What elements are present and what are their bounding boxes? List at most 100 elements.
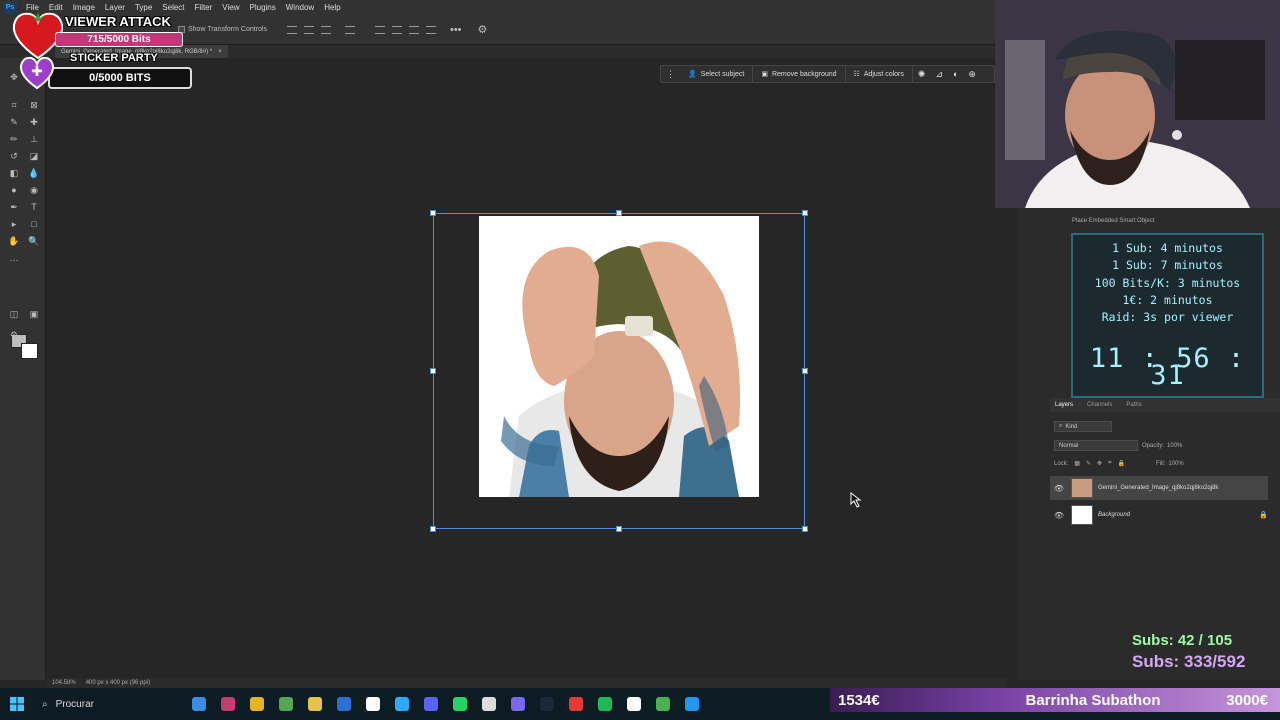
history-state-item[interactable]: Place Embedded Smart Object (1050, 214, 1268, 228)
frame-tool-icon[interactable]: ⊠ (27, 98, 41, 112)
more-tools-icon[interactable]: ⋯ (7, 253, 21, 267)
dodge-tool-icon[interactable]: ● (7, 183, 21, 197)
warp-icon[interactable]: ⊿ (930, 69, 948, 80)
taskbar-app-icon[interactable] (329, 688, 358, 720)
menu-window[interactable]: Window (281, 3, 319, 12)
menu-image[interactable]: Image (68, 3, 100, 12)
zoom-level[interactable]: 104.58% (52, 680, 76, 686)
eye-icon[interactable]: 👁 (1050, 511, 1068, 520)
align-top-icon[interactable] (374, 25, 385, 34)
lock-position-icon[interactable]: ✥ (1097, 460, 1102, 467)
drag-handle-icon[interactable]: ⋮ (661, 69, 680, 80)
path-selection-icon[interactable]: ▸ (7, 217, 21, 231)
taskbar-app-icon[interactable] (590, 688, 619, 720)
transform-handle-top-left[interactable] (430, 210, 436, 216)
taskbar-app-icon[interactable] (184, 688, 213, 720)
menu-view[interactable]: View (217, 3, 244, 12)
eye-icon[interactable]: 👁 (1050, 484, 1068, 493)
gear-icon[interactable]: ⚙ (478, 23, 488, 36)
blur-tool-icon[interactable]: 💧 (27, 166, 41, 180)
tab-paths[interactable]: Paths (1126, 402, 1141, 408)
layer-row-background[interactable]: 👁 Background 🔒 (1050, 503, 1268, 527)
menu-plugins[interactable]: Plugins (245, 3, 281, 12)
quick-mask-icon[interactable]: ◫ (7, 307, 21, 321)
taskbar-app-icon[interactable] (561, 688, 590, 720)
type-tool-icon[interactable]: T (27, 200, 41, 214)
crop-tool-icon[interactable]: ⌗ (7, 98, 21, 112)
transform-handle-bottom[interactable] (616, 526, 622, 532)
taskbar-app-icon[interactable] (503, 688, 532, 720)
clone-stamp-icon[interactable]: ⊥ (27, 132, 41, 146)
transform-handle-top-right[interactable] (802, 210, 808, 216)
healing-brush-icon[interactable]: ✚ (27, 115, 41, 129)
taskbar-app-icon[interactable] (387, 688, 416, 720)
pen-tool-icon[interactable]: ✒ (7, 200, 21, 214)
lock-all-icon[interactable]: 🔒 (1117, 460, 1124, 467)
fill-value[interactable]: 100% (1168, 461, 1183, 467)
transform-bounding-box[interactable] (430, 210, 808, 532)
transform-handle-left[interactable] (430, 368, 436, 374)
taskbar-app-icon[interactable] (445, 688, 474, 720)
taskbar-app-icon[interactable] (242, 688, 271, 720)
taskbar-app-icon[interactable] (213, 688, 242, 720)
taskbar-app-icon[interactable] (271, 688, 300, 720)
more-options-icon[interactable]: ••• (450, 24, 462, 36)
brush-tool-icon[interactable]: ✏ (7, 132, 21, 146)
gradient-tool-icon[interactable]: ◧ (7, 166, 21, 180)
select-subject-button[interactable]: 👤 Select subject (680, 66, 754, 82)
sparkle-icon[interactable]: ✺ (913, 69, 931, 80)
taskbar-app-icon[interactable] (532, 688, 561, 720)
eraser-tool-icon[interactable]: ◪ (27, 149, 41, 163)
taskbar-app-icon[interactable] (619, 688, 648, 720)
lock-transparent-icon[interactable]: ▦ (1074, 460, 1080, 467)
hand-tool-icon[interactable]: ✋ (7, 234, 21, 248)
mask-icon[interactable]: ◐ (948, 69, 963, 79)
rectangle-tool-icon[interactable]: □ (27, 217, 41, 231)
lock-artboard-icon[interactable]: ⌗ (1108, 460, 1111, 467)
align-middle-icon[interactable] (391, 25, 402, 34)
taskbar-app-icon[interactable] (474, 688, 503, 720)
screen-mode-icon[interactable]: ▣ (27, 307, 41, 321)
taskbar-app-icon[interactable] (416, 688, 445, 720)
menu-layer[interactable]: Layer (100, 3, 130, 12)
align-center-icon[interactable] (303, 25, 314, 34)
menu-select[interactable]: Select (157, 3, 189, 12)
eyedropper-tool-icon[interactable]: ✎ (7, 115, 21, 129)
taskbar-app-icon[interactable] (677, 688, 706, 720)
tab-channels[interactable]: Channels (1087, 402, 1112, 408)
distribute-icon[interactable] (344, 25, 355, 34)
adjust-colors-button[interactable]: ☷ Adjust colors (846, 66, 913, 82)
remove-background-button[interactable]: ▣ Remove background (753, 66, 846, 82)
generative-icon[interactable]: ⚙ (7, 328, 21, 342)
fill-control[interactable]: Fill: 100% (1156, 458, 1184, 469)
transform-handle-right[interactable] (802, 368, 808, 374)
taskbar-search[interactable]: ⌕ Procurar (34, 688, 184, 720)
background-color-swatch[interactable] (21, 343, 38, 359)
sponge-tool-icon[interactable]: ◉ (27, 183, 41, 197)
lock-image-icon[interactable]: ✎ (1086, 460, 1091, 467)
menu-help[interactable]: Help (319, 3, 345, 12)
taskbar-app-icon[interactable] (648, 688, 677, 720)
taskbar-app-icon[interactable] (300, 688, 329, 720)
opacity-control[interactable]: Opacity: 100% (1142, 440, 1182, 451)
taskbar-app-icon[interactable] (358, 688, 387, 720)
show-transform-controls-toggle[interactable]: Show Transform Controls (178, 26, 267, 33)
windows-start-button[interactable] (0, 688, 34, 720)
tab-layers[interactable]: Layers (1055, 402, 1073, 408)
menu-type[interactable]: Type (130, 3, 157, 12)
transform-handle-bottom-right[interactable] (802, 526, 808, 532)
zoom-tool-icon[interactable]: 🔍 (27, 234, 41, 248)
history-brush-icon[interactable]: ↺ (7, 149, 21, 163)
blend-mode-select[interactable]: Normal (1054, 440, 1138, 451)
transform-handle-top[interactable] (616, 210, 622, 216)
layer-row-smart-object[interactable]: 👁 Gemini_Generated_Image_qj8ko2qj8ko2qj8… (1050, 476, 1268, 500)
align-right-icon[interactable] (320, 25, 331, 34)
transform-handle-bottom-left[interactable] (430, 526, 436, 532)
more-icon[interactable]: ⊕ (963, 69, 981, 80)
layer-filter-select[interactable]: ⌕ Kind (1054, 421, 1112, 432)
close-icon[interactable]: × (218, 49, 222, 55)
menu-filter[interactable]: Filter (190, 3, 218, 12)
distribute-vertical-icon[interactable] (425, 25, 436, 34)
opacity-value[interactable]: 100% (1167, 443, 1182, 449)
align-bottom-icon[interactable] (408, 25, 419, 34)
